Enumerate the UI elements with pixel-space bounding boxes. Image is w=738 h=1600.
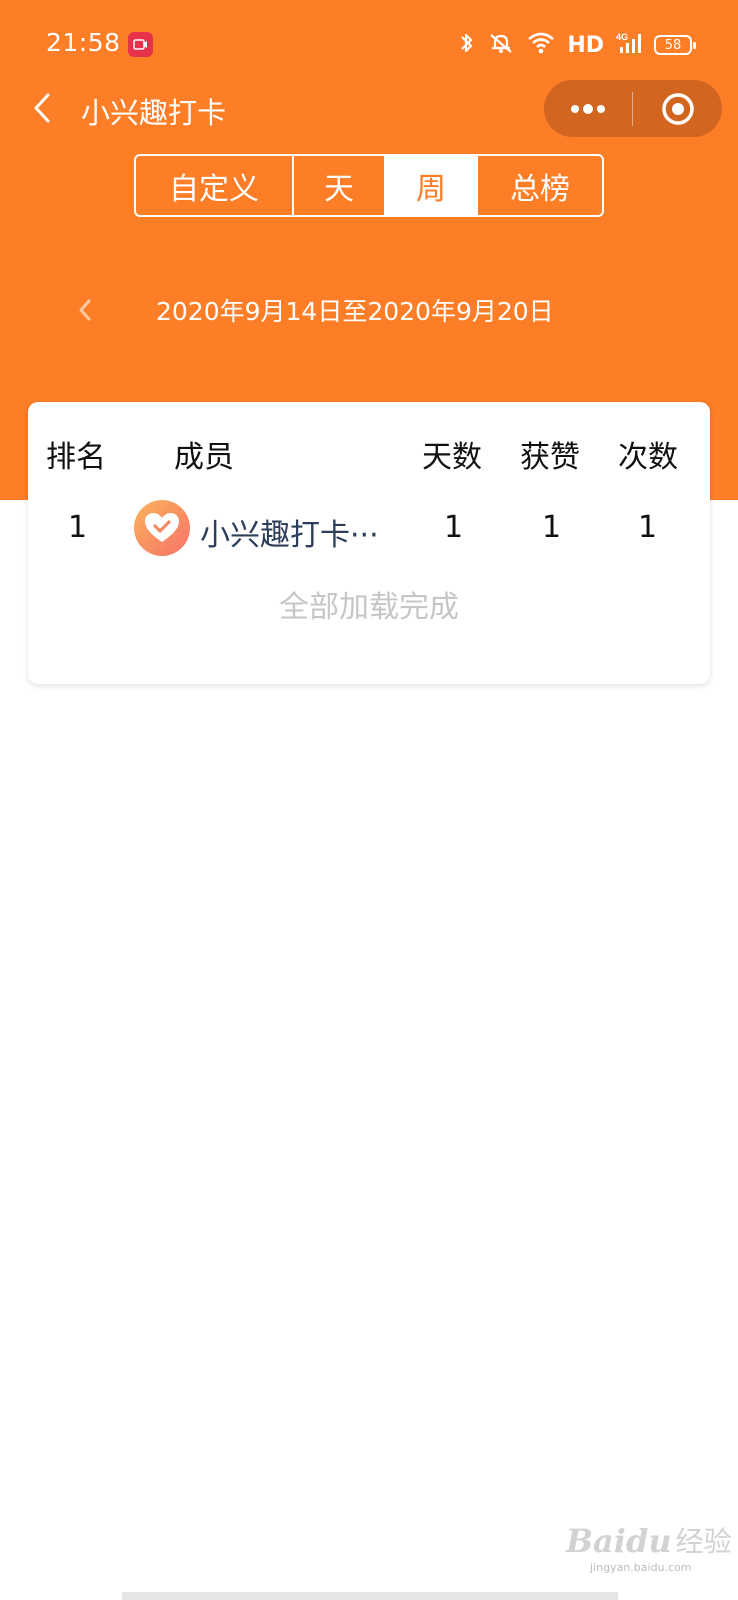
mute-bell-icon — [487, 31, 515, 59]
bluetooth-icon — [459, 31, 475, 59]
header-member: 成员 — [174, 440, 234, 475]
chevron-left-icon — [34, 93, 50, 123]
row-rank: 1 — [68, 510, 88, 545]
watermark-brand: Baidu — [566, 1522, 672, 1560]
header-likes: 获赞 — [520, 440, 580, 475]
network-type: HD — [567, 32, 604, 58]
previous-period-button[interactable] — [70, 292, 100, 328]
tab-day[interactable]: 天 — [294, 156, 386, 215]
page-title: 小兴趣打卡 — [81, 96, 227, 130]
bottom-strip — [122, 1592, 618, 1600]
signal-icon: 4G — [616, 31, 642, 59]
ranking-card: 排名 成员 天数 获赞 次数 1 小兴趣打卡··· 1 1 1 全部加载完成 — [28, 402, 710, 684]
tab-week[interactable]: 周 — [386, 156, 478, 215]
row-days: 1 — [444, 510, 464, 545]
period-tabs: 自定义 天 周 总榜 — [134, 154, 604, 217]
battery-icon: 58 — [654, 35, 696, 55]
tab-custom[interactable]: 自定义 — [136, 156, 294, 215]
baidu-watermark: Baidu 经验 — [566, 1510, 732, 1560]
close-miniprogram-button[interactable] — [633, 80, 722, 137]
target-circle-icon — [661, 92, 694, 125]
chevron-left-icon — [79, 299, 91, 321]
watermark-cn: 经验 — [675, 1525, 732, 1558]
load-complete-text: 全部加载完成 — [279, 590, 459, 625]
miniprogram-capsule — [544, 80, 722, 137]
header-days: 天数 — [422, 440, 482, 475]
screen-record-icon — [128, 32, 153, 57]
date-range-label: 2020年9月14日至2020年9月20日 — [156, 297, 554, 326]
more-button[interactable] — [544, 80, 632, 137]
header-rank: 排名 — [46, 440, 106, 475]
more-dots-icon — [571, 103, 605, 114]
wifi-icon — [527, 32, 555, 58]
heart-check-icon — [145, 513, 179, 542]
back-button[interactable] — [22, 86, 62, 130]
svg-text:4G: 4G — [616, 32, 628, 42]
status-icons: HD 4G 58 — [459, 30, 696, 60]
status-bar: 21:58 HD 4G 58 — [0, 0, 738, 90]
header-count: 次数 — [618, 440, 678, 475]
member-name[interactable]: 小兴趣打卡··· — [200, 510, 400, 554]
row-likes: 1 — [542, 510, 562, 545]
avatar — [134, 500, 190, 556]
status-time: 21:58 — [46, 28, 121, 57]
tab-overall[interactable]: 总榜 — [478, 156, 602, 215]
watermark-url: jingyan.baidu.com — [590, 1561, 692, 1574]
row-count: 1 — [638, 510, 658, 545]
